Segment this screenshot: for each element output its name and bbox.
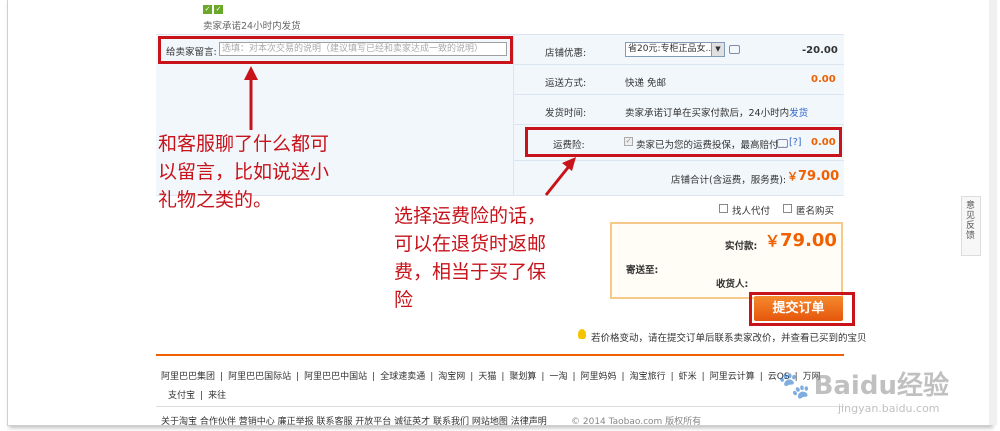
shop-total-amount: 79.00	[798, 169, 840, 184]
footer-links-row-2: 支付宝 | 来往	[168, 388, 226, 401]
shipping-amount: 0.00	[811, 74, 836, 85]
feedback-label: 意见反馈	[966, 201, 976, 241]
annotation-right-line: 险	[394, 289, 414, 311]
shop-total-currency: ￥	[787, 170, 798, 183]
footer-bottom-divider	[156, 406, 844, 407]
footer-separator: |	[430, 372, 434, 382]
delivery-time-text: 卖家承诺订单在买家付款后，24小时内	[625, 108, 790, 119]
footer-separator: |	[759, 372, 763, 382]
footer-separator: |	[200, 391, 204, 401]
lightbulb-icon	[578, 329, 586, 339]
baidu-watermark: 🐾 Baidu经验 jingyan.baidu.com	[778, 365, 949, 415]
row-divider	[514, 64, 844, 65]
service-check-icon-2: ✓	[214, 5, 223, 14]
footer-link[interactable]: 淘宝旅行	[630, 372, 666, 382]
paid-price: ￥79.00	[765, 230, 837, 251]
paw-icon: 🐾	[778, 371, 811, 401]
annotation-left-line: 和客服聊了什么都可	[158, 133, 330, 155]
submit-highlight-box	[749, 292, 855, 326]
anonymous-label: 匿名购买	[796, 206, 835, 217]
footer-links-row: 阿里巴巴集团 | 阿里巴巴国际站 | 阿里巴巴中国站 | 全球速卖通 | 淘宝网 | 天猫 | 聚划算 |…	[161, 369, 821, 382]
footer-separator: |	[470, 372, 474, 382]
footer-link[interactable]: 一淘	[549, 372, 567, 382]
annotation-left: 和客服聊了什么都可 以留言，比如说送小 礼物之类的。	[158, 130, 329, 214]
browser-frame: ✓ ✓ 卖家承诺24小时内发货 给卖家留言: 选填：对本次交易的说明（建议填写已…	[7, 0, 991, 426]
annotation-arrow-diagonal	[544, 157, 576, 196]
comment-icon	[729, 45, 740, 54]
footer-separator: |	[701, 372, 705, 382]
anonymous-checkbox[interactable]	[783, 204, 792, 213]
shipping-value: 快递 免邮	[625, 78, 667, 89]
delivery-time-label: 发货时间:	[545, 108, 587, 119]
watermark-brand: Baidu经验	[813, 371, 949, 401]
row-divider	[514, 94, 844, 95]
ship-to-label: 寄送至:	[626, 265, 659, 276]
annotation-right-line: 可以在退货时返邮	[394, 233, 547, 255]
annotation-right-line: 费，相当于买了保	[394, 261, 547, 283]
watermark-url: jingyan.baidu.com	[838, 402, 940, 415]
feedback-tab[interactable]: 意见反馈	[961, 196, 981, 256]
scrollbar-track[interactable]	[989, 0, 997, 425]
footer-link[interactable]: 来往	[208, 391, 226, 401]
footer-link[interactable]: 虾米	[679, 372, 697, 382]
footer-link[interactable]: 聚划算	[509, 372, 536, 382]
footer-link[interactable]: 淘宝网	[438, 372, 465, 382]
shop-total-price: ￥79.00	[787, 168, 839, 184]
footer-separator: |	[572, 372, 576, 382]
annotation-right-line: 选择运费险的话，	[394, 205, 547, 227]
footer-separator: |	[296, 372, 300, 382]
shop-discount-label: 店铺优惠:	[545, 48, 587, 59]
proxy-pay-label: 找人代付	[732, 206, 771, 217]
footer-link[interactable]: 全球速卖通	[380, 372, 425, 382]
shop-discount-selected: 省20元:专柜正品女...	[628, 44, 715, 54]
chevron-down-icon[interactable]: ▼	[711, 43, 724, 56]
annotation-right: 选择运费险的话， 可以在退货时返邮 费，相当于买了保 险	[394, 202, 546, 314]
price-tip-text: 若价格变动，请在提交订单后联系卖家改价，并查看已买到的宝贝	[591, 333, 867, 344]
annotation-left-line: 礼物之类的。	[158, 189, 273, 211]
footer-separator: |	[501, 372, 505, 382]
shipping-label: 运送方式:	[545, 78, 587, 89]
paid-amount: 79.00	[780, 230, 837, 251]
service-check-icon: ✓	[203, 5, 212, 14]
footer-separator: |	[220, 372, 224, 382]
footer-about-links[interactable]: 关于淘宝 合作伙伴 营销中心 廉正举报 联系客服 开放平台 诚征英才 联系我们 …	[161, 414, 547, 425]
footer-separator: |	[541, 372, 545, 382]
footer-divider	[156, 354, 844, 356]
footer-link[interactable]: 阿里巴巴国际站	[228, 372, 291, 382]
copyright-text: © 2014 Taobao.com 版权所有	[571, 417, 702, 426]
footer-separator: |	[621, 372, 625, 382]
paid-label: 实付款:	[725, 241, 758, 252]
footer-link[interactable]: 阿里云计算	[710, 372, 755, 382]
row-divider	[514, 124, 844, 125]
footer-link[interactable]: 阿里巴巴中国站	[304, 372, 367, 382]
footer-separator: |	[670, 372, 674, 382]
insurance-highlight-box	[525, 127, 842, 157]
proxy-pay-checkbox[interactable]	[719, 204, 728, 213]
footer-link[interactable]: 支付宝	[168, 391, 195, 401]
footer-link[interactable]: 天猫	[478, 372, 496, 382]
shop-discount-amount: -20.00	[802, 45, 838, 56]
receiver-label: 收货人:	[716, 279, 749, 290]
annotation-arrow-up	[244, 66, 258, 130]
footer-link[interactable]: 阿里妈妈	[581, 372, 617, 382]
footer-separator: |	[372, 372, 376, 382]
delivery-time-link[interactable]: 发货	[789, 108, 808, 119]
shipping-promise-text: 卖家承诺24小时内发货	[203, 21, 301, 32]
paid-currency: ￥	[765, 232, 781, 250]
annotation-left-line: 以留言，比如说送小	[158, 161, 330, 183]
footer-link[interactable]: 阿里巴巴集团	[161, 372, 215, 382]
delivery-time-value: 卖家承诺订单在买家付款后，24小时内发货	[625, 105, 808, 119]
shop-discount-select[interactable]: 省20元:专柜正品女... ▼	[625, 42, 725, 57]
message-highlight-box	[158, 36, 513, 64]
shop-total-label: 店铺合计(含运费，服务费):	[671, 175, 787, 186]
